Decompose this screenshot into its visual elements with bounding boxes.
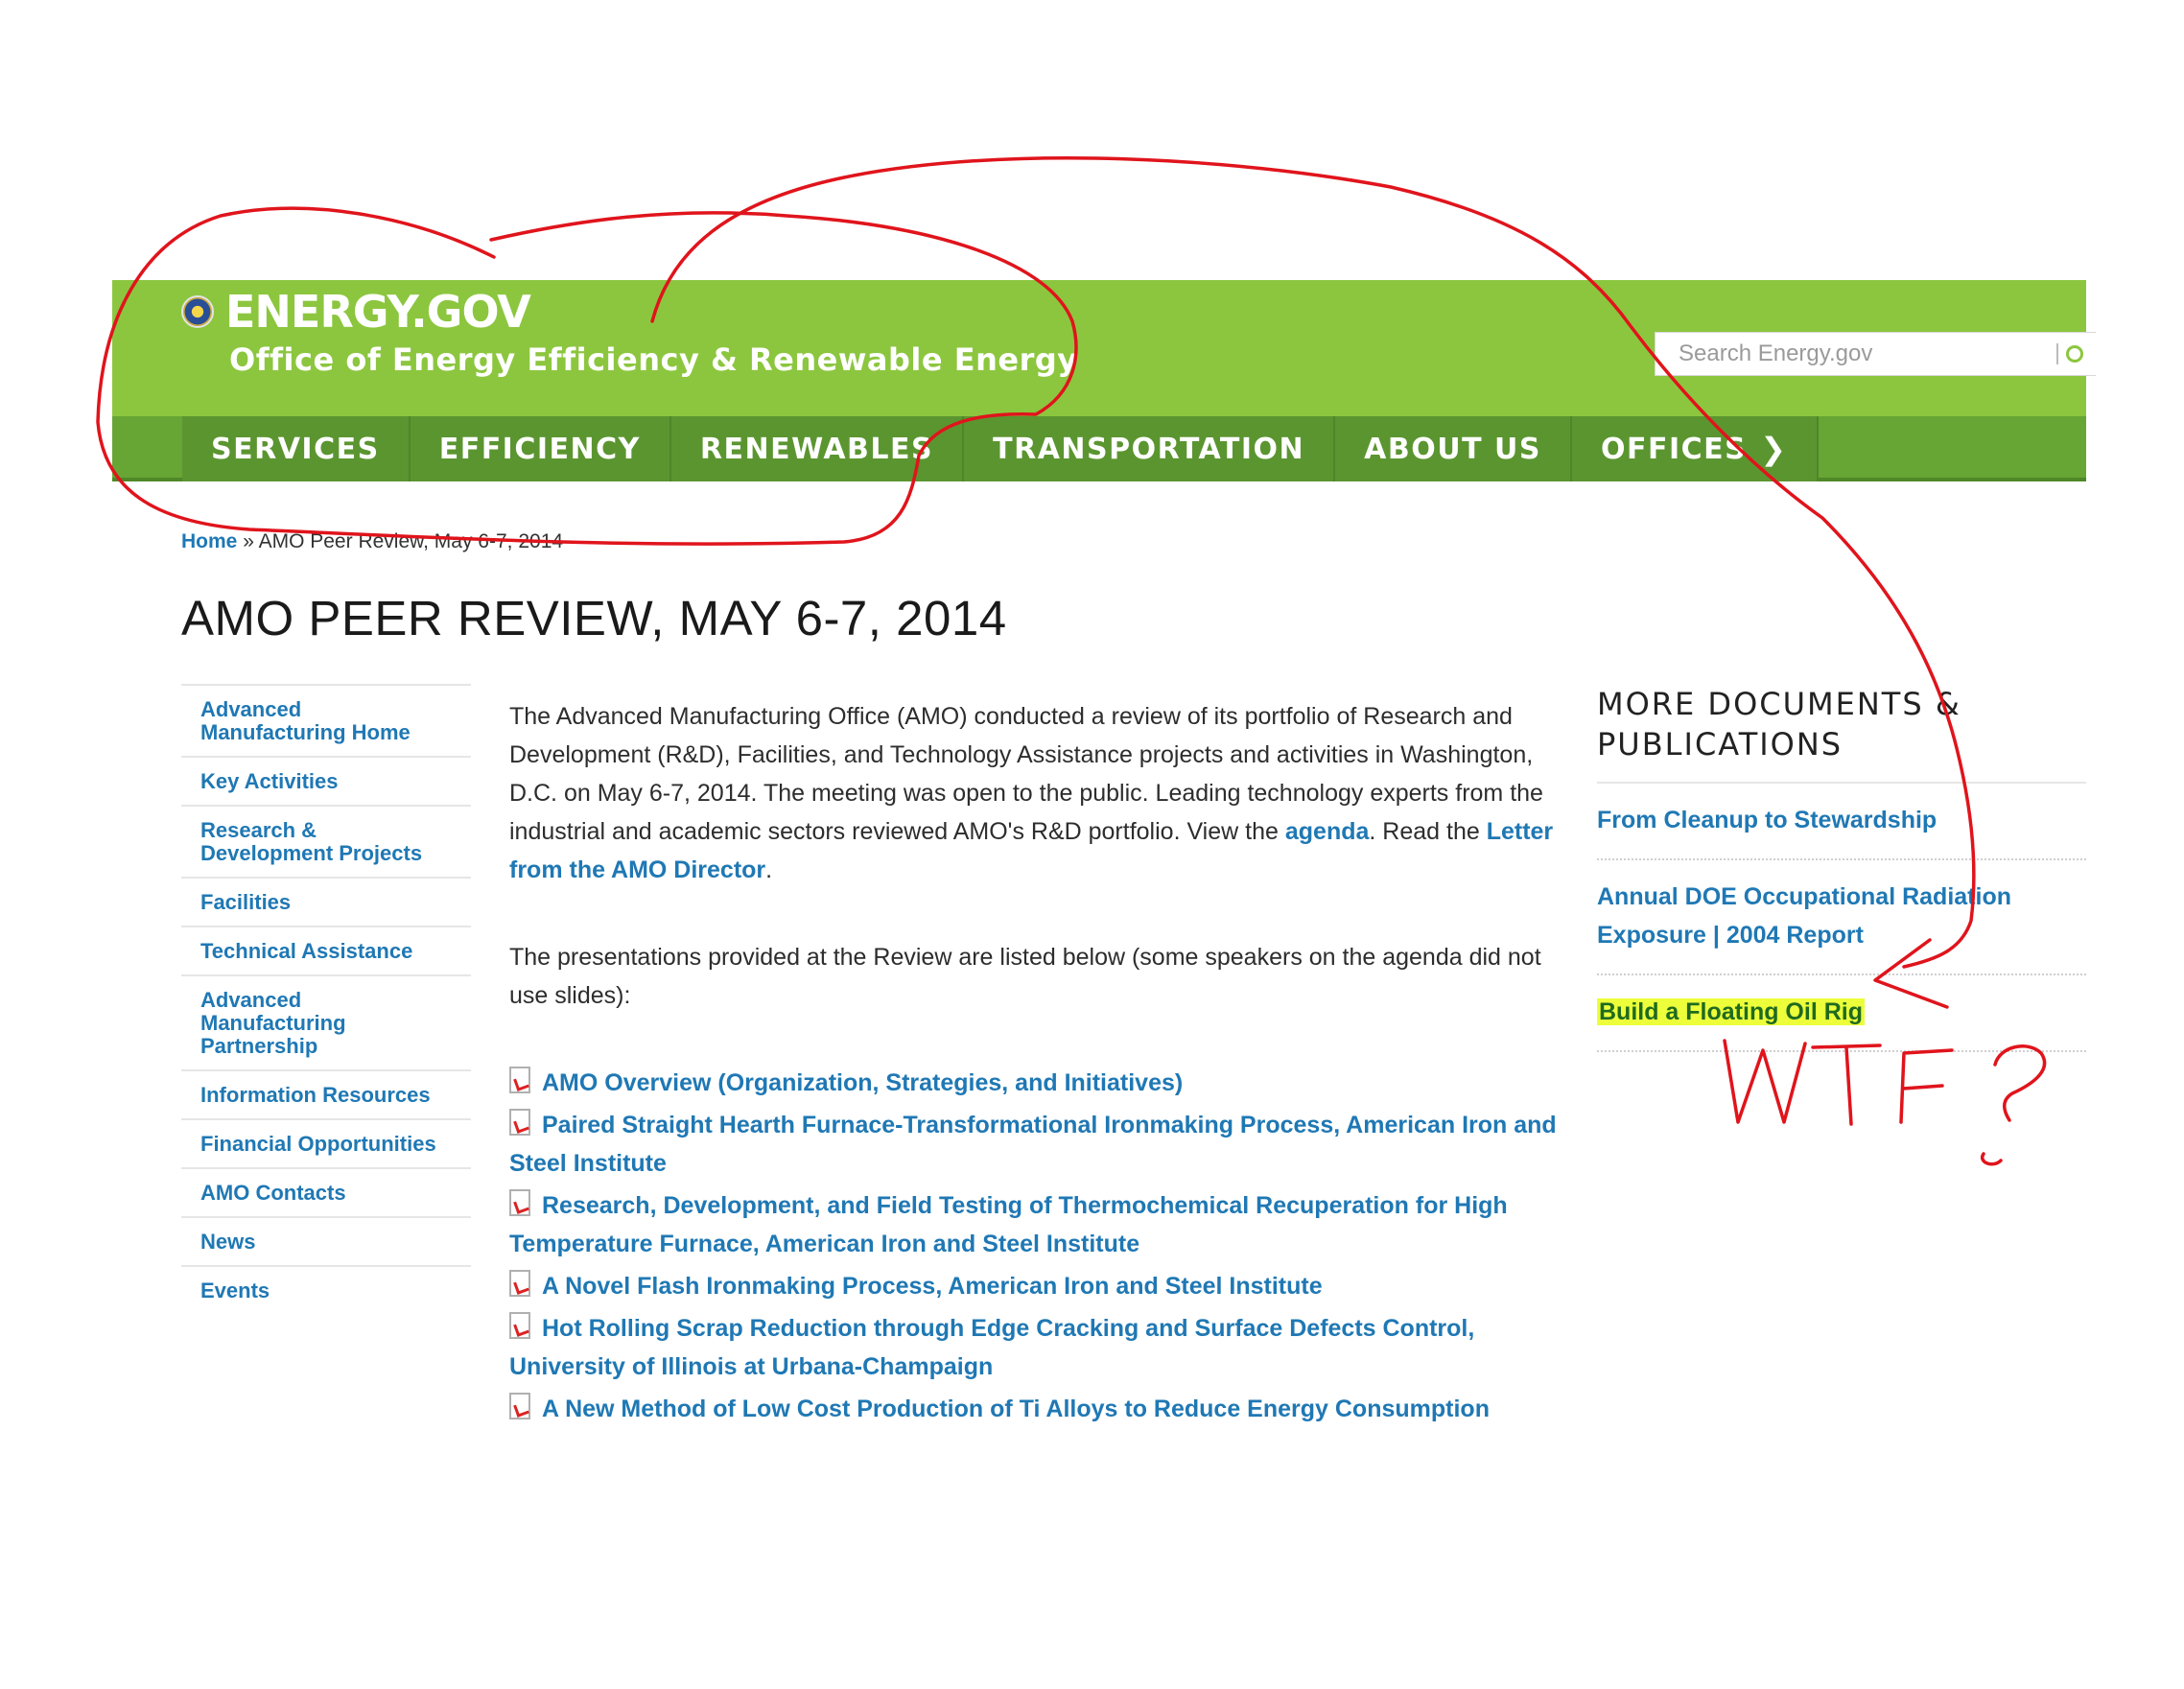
main-nav-bar: SERVICES EFFICIENCY RENEWABLES TRANSPORT… (112, 416, 2086, 481)
sidebar-item-amo-contacts[interactable]: AMO Contacts (181, 1167, 471, 1216)
pub-link-radiation-report[interactable]: Annual DOE Occupational Radiation Exposu… (1597, 860, 2086, 975)
document-link[interactable]: Hot Rolling Scrap Reduction through Edge… (509, 1315, 1474, 1380)
annotation-letter-t (1811, 1044, 1882, 1126)
search-divider (2056, 343, 2058, 364)
breadcrumb: Home » AMO Peer Review, May 6-7, 2014 (181, 530, 563, 553)
main-nav: SERVICES EFFICIENCY RENEWABLES TRANSPORT… (182, 416, 1819, 481)
annotation-question-dot (1980, 1152, 2003, 1166)
search-icon[interactable] (2066, 345, 2083, 363)
sidebar-item-amp[interactable]: Advanced Manufacturing Partnership (181, 974, 471, 1069)
sidebar-item-rd-projects[interactable]: Research & Development Projects (181, 805, 471, 877)
sidebar-item-key-activities[interactable]: Key Activities (181, 756, 471, 805)
presentation-list: AMO Overview (Organization, Strategies, … (509, 1064, 1584, 1426)
nav-efficiency[interactable]: EFFICIENCY (410, 416, 671, 481)
search-input[interactable] (1679, 340, 2053, 367)
pub-link-oil-rig[interactable]: Build a Floating Oil Rig (1597, 975, 2086, 1052)
list-item[interactable]: Hot Rolling Scrap Reduction through Edge… (509, 1309, 1584, 1386)
sidebar-item-information-resources[interactable]: Information Resources (181, 1069, 471, 1118)
site-header: ENERGY.GOV Office of Energy Efficiency &… (112, 280, 2096, 481)
presentations-intro: The presentations provided at the Review… (509, 944, 1541, 1009)
nav-label: OFFICES (1600, 432, 1748, 466)
page-title: AMO PEER REVIEW, MAY 6-7, 2014 (181, 591, 1007, 645)
annotation-question-mark (1993, 1044, 2047, 1122)
pdf-icon (509, 1270, 530, 1297)
doe-seal-icon (181, 295, 214, 328)
nav-about-us[interactable]: ABOUT US (1335, 416, 1572, 481)
sidebar-item-facilities[interactable]: Facilities (181, 877, 471, 926)
nav-services[interactable]: SERVICES (182, 416, 411, 481)
list-item[interactable]: A New Method of Low Cost Production of T… (509, 1390, 1584, 1426)
document-link[interactable]: A New Method of Low Cost Production of T… (542, 1396, 1490, 1422)
pdf-icon (509, 1109, 530, 1136)
nav-renewables[interactable]: RENEWABLES (670, 416, 965, 481)
logo-link[interactable]: ENERGY.GOV (181, 286, 531, 338)
pdf-icon (509, 1189, 530, 1216)
agenda-link[interactable]: agenda (1285, 818, 1370, 845)
office-title[interactable]: Office of Energy Efficiency & Renewable … (229, 341, 1078, 378)
sidebar-item-financial-opportunities[interactable]: Financial Opportunities (181, 1118, 471, 1167)
document-link[interactable]: Research, Development, and Field Testing… (509, 1192, 1508, 1257)
sidebar-nav: Advanced Manufacturing Home Key Activiti… (181, 684, 471, 1314)
pdf-icon (509, 1393, 530, 1419)
sidebar-item-advanced-manufacturing-home[interactable]: Advanced Manufacturing Home (181, 684, 471, 756)
highlighted-link-text: Build a Floating Oil Rig (1597, 998, 1865, 1025)
nav-label: SERVICES (211, 432, 380, 466)
sidebar-item-events[interactable]: Events (181, 1265, 471, 1314)
related-heading: MORE DOCUMENTS & PUBLICATIONS (1597, 684, 2086, 784)
list-item[interactable]: AMO Overview (Organization, Strategies, … (509, 1064, 1584, 1102)
nav-label: RENEWABLES (699, 432, 934, 466)
read-the-text: . Read the (1369, 818, 1480, 845)
sidebar-item-news[interactable]: News (181, 1216, 471, 1265)
annotation-letter-w (1723, 1039, 1807, 1124)
list-item[interactable]: Research, Development, and Field Testing… (509, 1186, 1584, 1263)
search-box (1655, 332, 2096, 376)
nav-label: EFFICIENCY (438, 432, 641, 466)
list-item[interactable]: A Novel Flash Ironmaking Process, Americ… (509, 1267, 1584, 1305)
list-item[interactable]: Paired Straight Hearth Furnace-Transform… (509, 1106, 1584, 1183)
nav-transportation[interactable]: TRANSPORTATION (964, 416, 1336, 481)
chevron-right-icon: ❯ (1760, 431, 1788, 467)
related-publications: MORE DOCUMENTS & PUBLICATIONS From Clean… (1597, 684, 2086, 1052)
breadcrumb-home-link[interactable]: Home (181, 530, 237, 552)
intro-paragraph: The Advanced Manufacturing Office (AMO) … (509, 697, 1584, 889)
nav-offices[interactable]: OFFICES ❯ (1571, 416, 1819, 481)
pdf-icon (509, 1312, 530, 1339)
nav-label: ABOUT US (1364, 432, 1541, 466)
breadcrumb-current: AMO Peer Review, May 6-7, 2014 (258, 530, 564, 552)
pdf-icon (509, 1067, 530, 1093)
pub-link-cleanup[interactable]: From Cleanup to Stewardship (1597, 784, 2086, 860)
document-link[interactable]: AMO Overview (Organization, Strategies, … (542, 1069, 1183, 1096)
site-logo: ENERGY.GOV (225, 286, 531, 338)
document-link[interactable]: Paired Straight Hearth Furnace-Transform… (509, 1112, 1557, 1177)
page: ENERGY.GOV Office of Energy Efficiency &… (0, 0, 2184, 1689)
breadcrumb-separator: » (243, 530, 254, 552)
nav-label: TRANSPORTATION (993, 432, 1305, 466)
annotation-letter-f (1899, 1048, 1954, 1124)
document-link[interactable]: A Novel Flash Ironmaking Process, Americ… (542, 1273, 1323, 1300)
sidebar-item-technical-assistance[interactable]: Technical Assistance (181, 926, 471, 974)
period-text: . (765, 856, 773, 883)
main-content: The Advanced Manufacturing Office (AMO) … (509, 697, 1584, 1426)
